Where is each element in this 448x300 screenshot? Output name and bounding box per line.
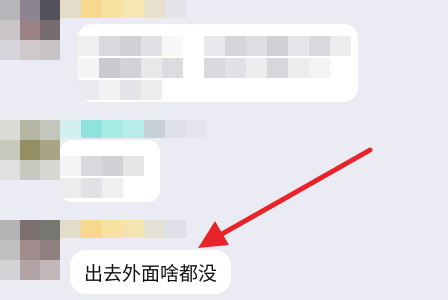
- sender-name: [60, 120, 207, 138]
- message-bubble[interactable]: [60, 140, 160, 202]
- avatar[interactable]: [0, 220, 60, 280]
- chat-screen: 出去外面啥都没: [0, 0, 448, 300]
- arrow-shaft: [219, 147, 373, 237]
- message-bubble[interactable]: 出去外面啥都没: [70, 250, 232, 294]
- avatar[interactable]: [0, 120, 60, 180]
- message-text: 出去外面啥都没: [84, 262, 218, 285]
- sender-name: [60, 220, 186, 238]
- sender-name: [60, 0, 186, 18]
- avatar[interactable]: [0, 0, 60, 60]
- message-bubble[interactable]: [78, 24, 358, 102]
- arrow-head: [198, 221, 229, 248]
